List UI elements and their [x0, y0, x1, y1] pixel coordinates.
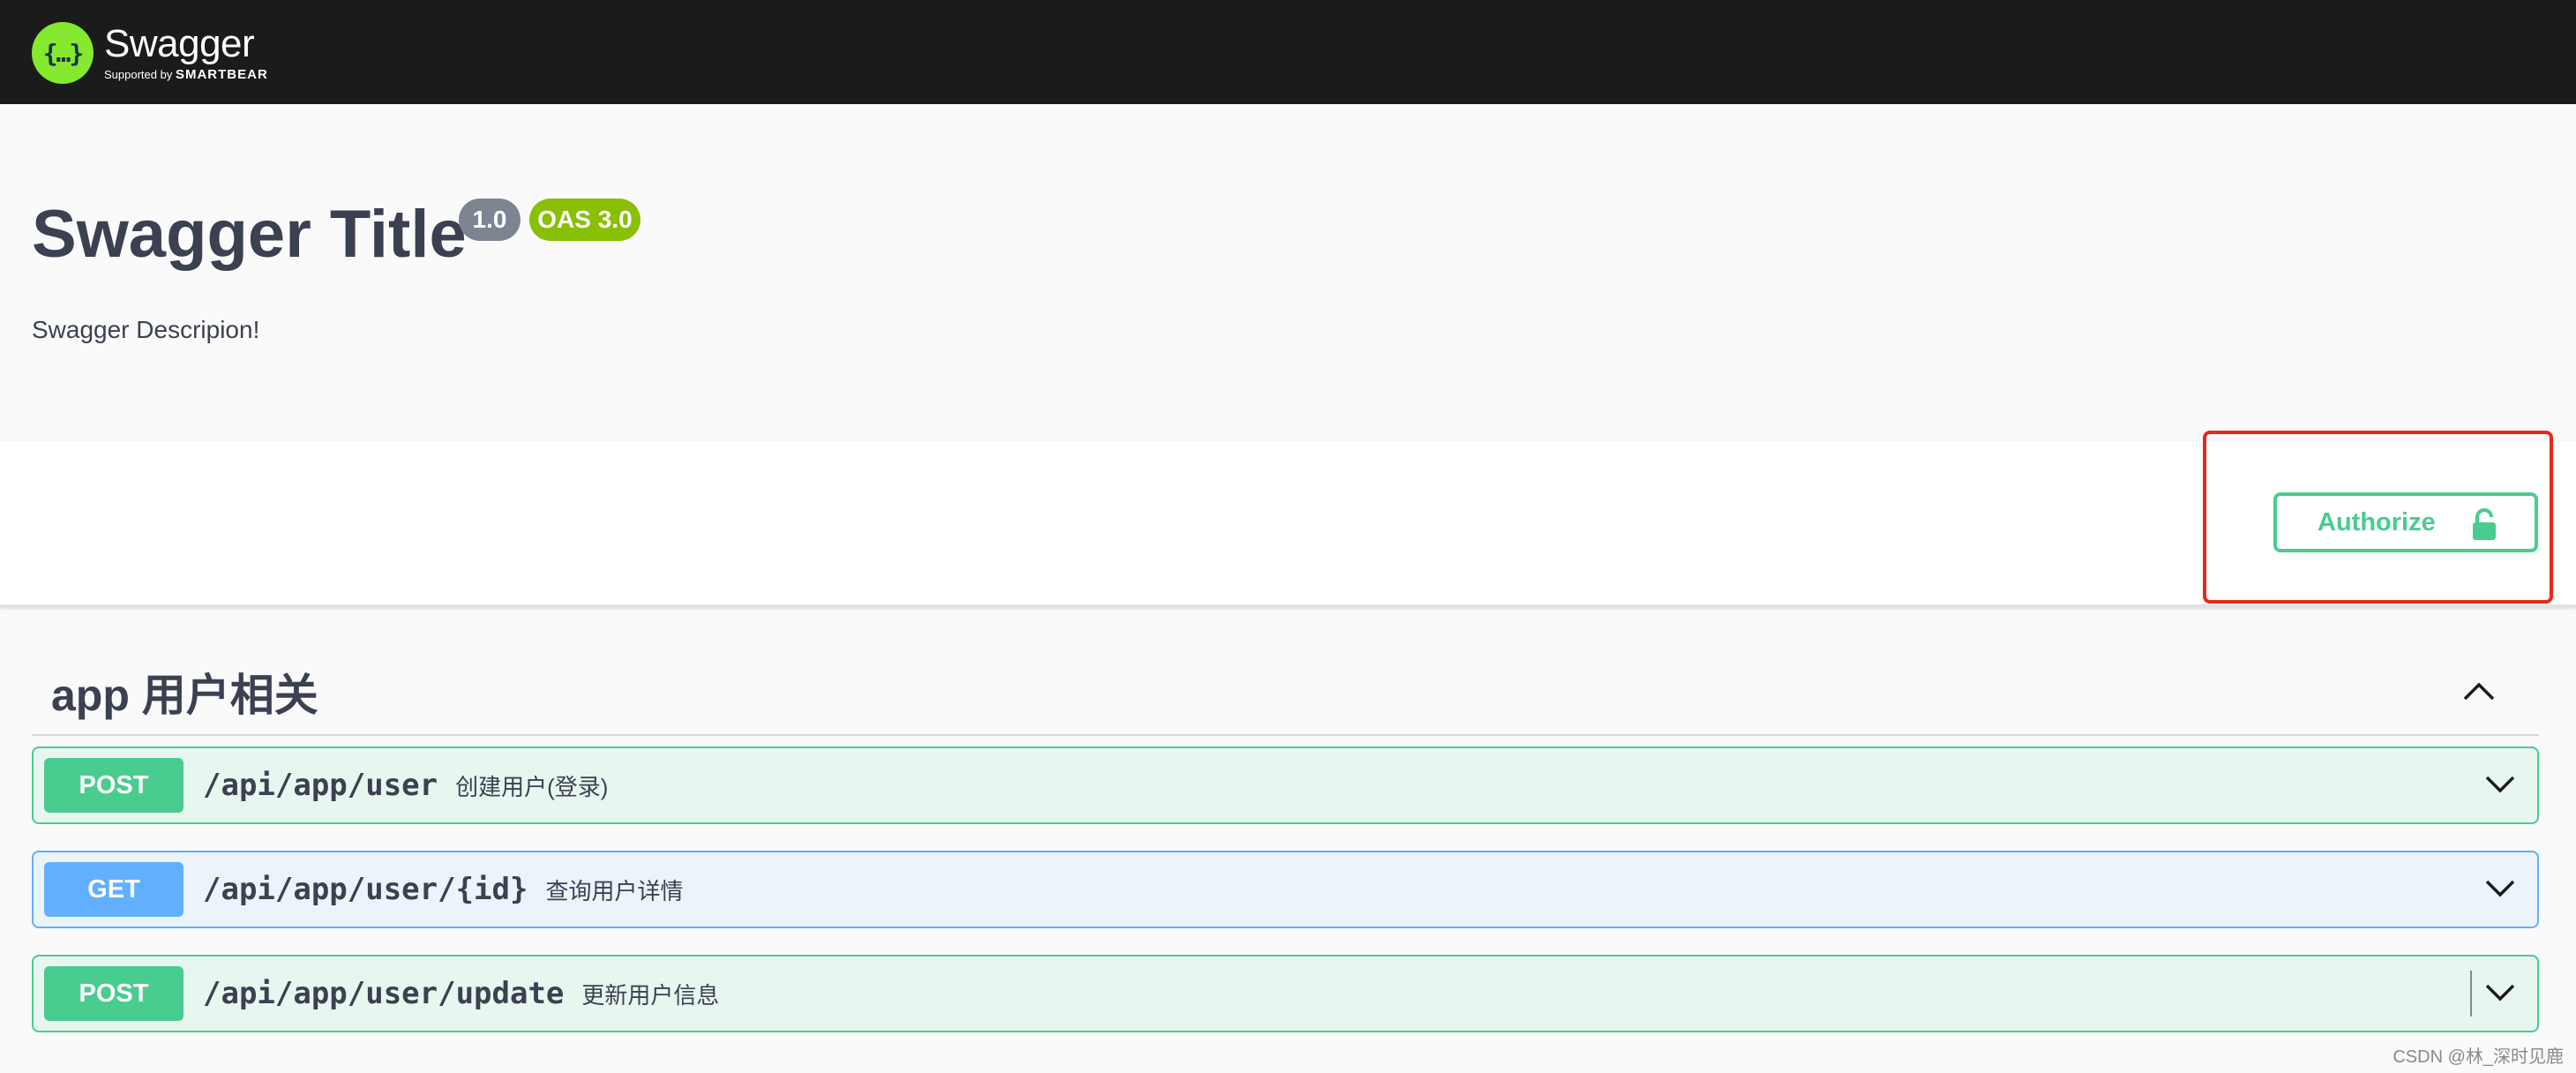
- logo-subtitle: Supported by SMARTBEAR: [104, 67, 268, 83]
- chevron-down-icon[interactable]: [2484, 981, 2516, 1004]
- method-badge: POST: [44, 966, 183, 1021]
- scheme-container: Authorize: [0, 441, 2576, 607]
- logo-sub-brand: SMARTBEAR: [175, 67, 268, 82]
- operation-path: /api/app/user/update: [203, 976, 565, 1011]
- authorize-label: Authorize: [2318, 507, 2436, 536]
- operation-summary: 查询用户详情: [545, 877, 684, 904]
- logo-sub-prefix: Supported by: [104, 68, 173, 81]
- unlock-icon: [2473, 508, 2496, 540]
- chevron-down-icon[interactable]: [2484, 773, 2516, 796]
- operation-path: /api/app/user: [203, 768, 438, 803]
- divider: [2470, 971, 2472, 1017]
- operation-get-user-id[interactable]: GET /api/app/user/{id} 查询用户详情: [32, 851, 2539, 928]
- operation-post-user[interactable]: POST /api/app/user 创建用户(登录): [32, 747, 2539, 824]
- method-badge: GET: [44, 862, 183, 917]
- watermark: CSDN @林_深时见鹿: [2393, 1047, 2564, 1067]
- api-description: Swagger Descripion!: [32, 316, 260, 343]
- tag-name: app 用户相关: [51, 671, 318, 720]
- page-title: Swagger Title: [32, 197, 467, 272]
- authorize-button[interactable]: Authorize: [2273, 492, 2538, 552]
- operation-path: /api/app/user/{id}: [203, 872, 528, 907]
- swagger-logo-icon: {…}: [32, 22, 94, 84]
- logo-name: Swagger: [104, 22, 255, 65]
- version-badge: 1.0: [459, 199, 520, 241]
- chevron-down-icon[interactable]: [2484, 877, 2516, 900]
- operation-post-user-update[interactable]: POST /api/app/user/update 更新用户信息: [32, 955, 2539, 1032]
- top-bar: {…} Swagger Supported by SMARTBEAR: [0, 0, 2576, 104]
- info-section: Swagger Title 1.0 OAS 3.0 Swagger Descri…: [0, 104, 2576, 441]
- operation-summary: 创建用户(登录): [455, 773, 609, 800]
- operation-summary: 更新用户信息: [581, 981, 720, 1009]
- swagger-logo[interactable]: {…} Swagger Supported by SMARTBEAR: [32, 16, 268, 90]
- tag-section-header[interactable]: app 用户相关: [32, 653, 2539, 736]
- method-badge: POST: [44, 758, 183, 813]
- oas-badge: OAS 3.0: [529, 199, 640, 241]
- chevron-up-icon[interactable]: [2461, 678, 2497, 704]
- logo-text: Swagger Supported by SMARTBEAR: [104, 23, 268, 83]
